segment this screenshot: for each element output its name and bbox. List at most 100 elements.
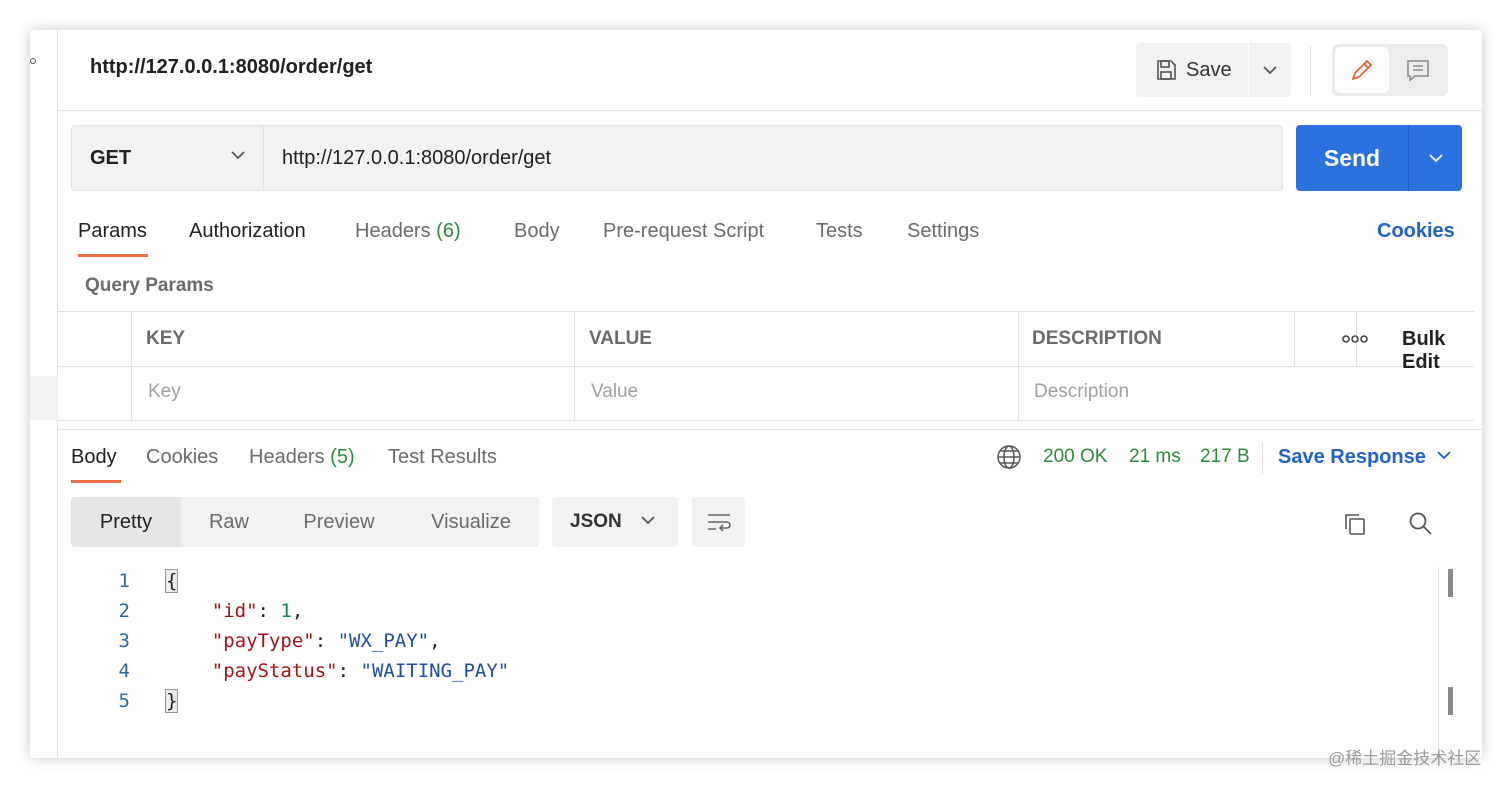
tab-authorization[interactable]: Authorization — [189, 220, 306, 243]
value-input[interactable]: Value — [591, 381, 638, 403]
edit-mode-button[interactable] — [1335, 47, 1389, 93]
method-label: GET — [90, 146, 132, 169]
url-input[interactable]: http://127.0.0.1:8080/order/get — [282, 126, 551, 190]
response-body-editor[interactable]: 1 { 2 "id": 1, 3 "payType": "WX_PAY", 4 … — [90, 567, 1440, 757]
tab-pre-request-script[interactable]: Pre-request Script — [603, 220, 764, 243]
comment-mode-button[interactable] — [1390, 47, 1445, 93]
json-sep: : — [314, 630, 338, 652]
more-options-button[interactable] — [1324, 312, 1386, 366]
copy-icon[interactable] — [1342, 511, 1368, 537]
active-tab-indicator — [71, 480, 121, 483]
json-string: "WX_PAY" — [337, 630, 430, 652]
tab-headers[interactable]: Headers (6) — [355, 220, 461, 243]
tab-params[interactable]: Params — [78, 220, 147, 243]
view-mode-selector: Pretty Raw Preview Visualize — [71, 497, 539, 547]
description-input[interactable]: Description — [1034, 381, 1129, 403]
watermark: @稀土掘金技术社区 — [1328, 749, 1482, 768]
save-label: Save — [1186, 58, 1232, 81]
divider — [574, 312, 575, 420]
chevron-down-icon — [1263, 66, 1277, 75]
scrollbar-track[interactable] — [1438, 567, 1439, 757]
json-key: "payType" — [211, 630, 315, 652]
response-time[interactable]: 21 ms — [1129, 446, 1181, 468]
save-icon — [1157, 60, 1176, 80]
divider — [1294, 312, 1295, 366]
tab-count: (6) — [436, 220, 461, 242]
view-mode-visualize[interactable]: Visualize — [411, 497, 531, 547]
tab-label: Body — [71, 446, 117, 468]
request-bar: GET http://127.0.0.1:8080/order/get — [71, 125, 1283, 191]
status-dot-icon — [30, 58, 36, 64]
response-tab-cookies[interactable]: Cookies — [146, 446, 218, 469]
mode-toggle — [1332, 44, 1448, 96]
tab-label: Params — [78, 220, 147, 242]
format-select[interactable]: JSON — [552, 497, 678, 547]
brace: { — [164, 569, 179, 593]
status-code[interactable]: 200 OK — [1043, 446, 1107, 468]
save-button[interactable]: Save — [1136, 43, 1248, 97]
active-tab-indicator — [78, 254, 148, 257]
code-line: "id": 1, — [166, 600, 304, 622]
send-button[interactable]: Send — [1296, 125, 1408, 191]
more-horizontal-icon — [1342, 335, 1368, 343]
line-number: 1 — [118, 570, 130, 592]
app-window: http://127.0.0.1:8080/order/get Save GET… — [30, 30, 1482, 758]
view-mode-preview[interactable]: Preview — [281, 497, 397, 547]
line-number: 3 — [118, 630, 130, 652]
divider — [1310, 46, 1311, 96]
tab-label: Cookies — [146, 446, 219, 468]
save-button-group: Save — [1136, 43, 1291, 97]
comment-icon — [1406, 60, 1429, 82]
code-line: { — [164, 569, 179, 593]
response-tab-test-results[interactable]: Test Results — [388, 446, 497, 469]
wrap-lines-button[interactable] — [692, 497, 745, 547]
globe-icon[interactable] — [996, 444, 1022, 470]
tab-settings[interactable]: Settings — [907, 220, 979, 243]
tab-tests[interactable]: Tests — [816, 220, 863, 243]
tab-label: Body — [514, 220, 560, 242]
line-number: 5 — [118, 690, 130, 712]
column-header-value: VALUE — [589, 328, 652, 349]
line-number: 4 — [118, 660, 130, 682]
send-dropdown-button[interactable] — [1409, 125, 1462, 191]
chevron-down-icon — [641, 516, 655, 525]
save-dropdown-button[interactable] — [1249, 43, 1291, 97]
tab-count: (5) — [330, 446, 355, 468]
chevron-down-icon[interactable] — [1436, 450, 1452, 460]
tab-label: Headers — [249, 446, 325, 468]
divider — [58, 429, 1482, 430]
response-tab-headers[interactable]: Headers (5) — [249, 446, 355, 469]
tab-body[interactable]: Body — [514, 220, 560, 243]
params-table: KEY VALUE DESCRIPTION Bulk Edit Key Valu… — [58, 311, 1474, 421]
json-sep: : — [337, 660, 361, 682]
response-size[interactable]: 217 B — [1200, 446, 1250, 468]
json-number: 1 — [280, 600, 292, 622]
view-mode-pretty[interactable]: Pretty — [71, 497, 181, 547]
save-response-button[interactable]: Save Response — [1278, 446, 1426, 469]
cookies-link[interactable]: Cookies — [1377, 220, 1455, 243]
response-tab-body[interactable]: Body — [71, 446, 117, 469]
sidebar-strip — [30, 30, 58, 758]
scrollbar-marker[interactable] — [1448, 687, 1453, 715]
code-line: } — [164, 689, 179, 713]
search-icon[interactable] — [1408, 511, 1434, 537]
tab-label: Pre-request Script — [603, 220, 765, 242]
divider — [58, 366, 1474, 367]
brace: } — [164, 689, 179, 713]
key-input[interactable]: Key — [148, 381, 181, 403]
query-params-title: Query Params — [85, 275, 214, 296]
column-header-description: DESCRIPTION — [1032, 328, 1162, 349]
wrap-icon — [707, 514, 731, 532]
bulk-edit-button[interactable]: Bulk Edit — [1402, 328, 1474, 374]
json-comma: , — [291, 600, 304, 622]
column-header-key: KEY — [146, 328, 186, 349]
chevron-down-icon — [1428, 154, 1443, 163]
tab-label: Headers — [355, 220, 431, 242]
json-sep: : — [257, 600, 281, 622]
tab-label: Settings — [907, 220, 980, 242]
view-mode-raw[interactable]: Raw — [185, 497, 273, 547]
code-line: "payStatus": "WAITING_PAY" — [166, 660, 509, 682]
scrollbar-marker[interactable] — [1448, 569, 1453, 597]
tab-label: Tests — [816, 220, 863, 242]
json-key: "payStatus" — [211, 660, 338, 682]
